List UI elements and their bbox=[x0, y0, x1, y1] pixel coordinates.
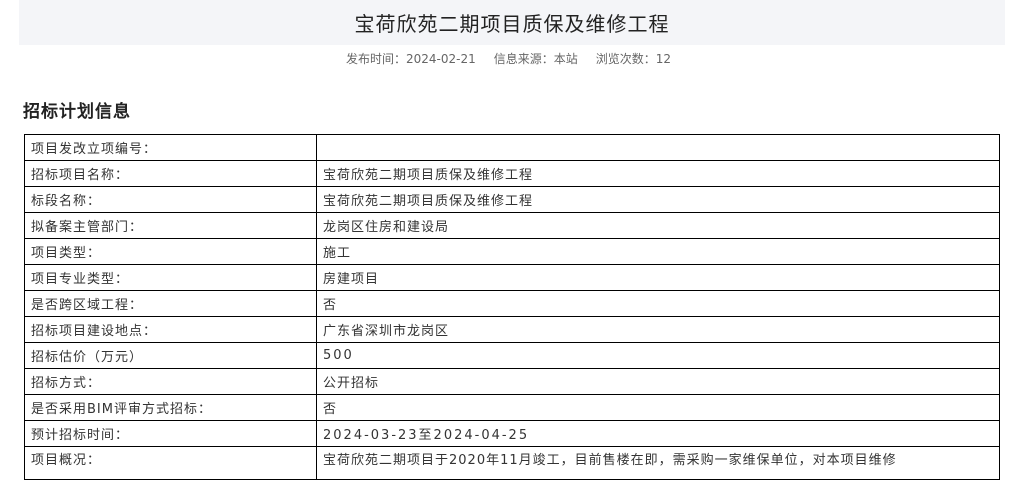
table-row: 拟备案主管部门： 龙岗区住房和建设局 bbox=[24, 212, 1000, 239]
row-value: 否 bbox=[316, 394, 1000, 421]
table-row: 招标项目名称： 宝荷欣苑二期项目质保及维修工程 bbox=[24, 160, 1000, 187]
table-row: 预计招标时间： 2024-03-23至2024-04-25 bbox=[24, 420, 1000, 447]
row-value: 房建项目 bbox=[316, 264, 1000, 291]
table-row: 招标项目建设地点： 广东省深圳市龙岗区 bbox=[24, 316, 1000, 343]
row-value: 宝荷欣苑二期项目质保及维修工程 bbox=[316, 160, 1000, 187]
table-row: 标段名称： 宝荷欣苑二期项目质保及维修工程 bbox=[24, 186, 1000, 213]
table-row: 项目概况： 宝荷欣苑二期项目于2020年11月竣工，目前售楼在即，需采购一家维保… bbox=[24, 446, 1000, 480]
row-label: 招标项目名称： bbox=[24, 160, 317, 187]
info-table: 项目发改立项编号： 招标项目名称： 宝荷欣苑二期项目质保及维修工程 标段名称： … bbox=[24, 134, 1000, 480]
row-value: 龙岗区住房和建设局 bbox=[316, 212, 1000, 239]
row-label: 预计招标时间： bbox=[24, 420, 317, 447]
view-count: 浏览次数：12 bbox=[595, 51, 672, 66]
row-value bbox=[316, 134, 1000, 161]
table-row: 项目发改立项编号： bbox=[24, 134, 1000, 161]
row-label: 是否采用BIM评审方式招标： bbox=[24, 394, 317, 421]
row-value: 宝荷欣苑二期项目于2020年11月竣工，目前售楼在即，需采购一家维保单位，对本项… bbox=[316, 446, 1000, 480]
table-row: 招标估价（万元） 500 bbox=[24, 342, 1000, 369]
row-label: 项目类型： bbox=[24, 238, 317, 265]
table-row: 项目类型： 施工 bbox=[24, 238, 1000, 265]
row-label: 是否跨区域工程： bbox=[24, 290, 317, 317]
row-value: 宝荷欣苑二期项目质保及维修工程 bbox=[316, 186, 1000, 213]
table-row: 是否采用BIM评审方式招标： 否 bbox=[24, 394, 1000, 421]
row-value: 500 bbox=[316, 342, 1000, 369]
row-label: 项目专业类型： bbox=[24, 264, 317, 291]
publish-date: 发布时间：2024-02-21 bbox=[345, 51, 476, 66]
section-title: 招标计划信息 bbox=[23, 102, 131, 122]
row-value: 施工 bbox=[316, 238, 1000, 265]
row-label: 标段名称： bbox=[24, 186, 317, 213]
row-value: 否 bbox=[316, 290, 1000, 317]
row-value: 公开招标 bbox=[316, 368, 1000, 395]
meta-info: 发布时间：2024-02-21 信息来源：本站 浏览次数：12 bbox=[0, 48, 1017, 68]
table-row: 招标方式： 公开招标 bbox=[24, 368, 1000, 395]
row-label: 招标估价（万元） bbox=[24, 342, 317, 369]
title-bar: 宝荷欣苑二期项目质保及维修工程 bbox=[19, 0, 1005, 45]
row-label: 招标项目建设地点： bbox=[24, 316, 317, 343]
row-label: 项目概况： bbox=[24, 446, 317, 480]
table-row: 是否跨区域工程： 否 bbox=[24, 290, 1000, 317]
row-label: 项目发改立项编号： bbox=[24, 134, 317, 161]
row-label: 拟备案主管部门： bbox=[24, 212, 317, 239]
row-label: 招标方式： bbox=[24, 368, 317, 395]
row-value: 广东省深圳市龙岗区 bbox=[316, 316, 1000, 343]
table-row: 项目专业类型： 房建项目 bbox=[24, 264, 1000, 291]
page-title: 宝荷欣苑二期项目质保及维修工程 bbox=[354, 12, 670, 36]
info-source: 信息来源：本站 bbox=[493, 51, 578, 66]
row-value: 2024-03-23至2024-04-25 bbox=[316, 420, 1000, 447]
